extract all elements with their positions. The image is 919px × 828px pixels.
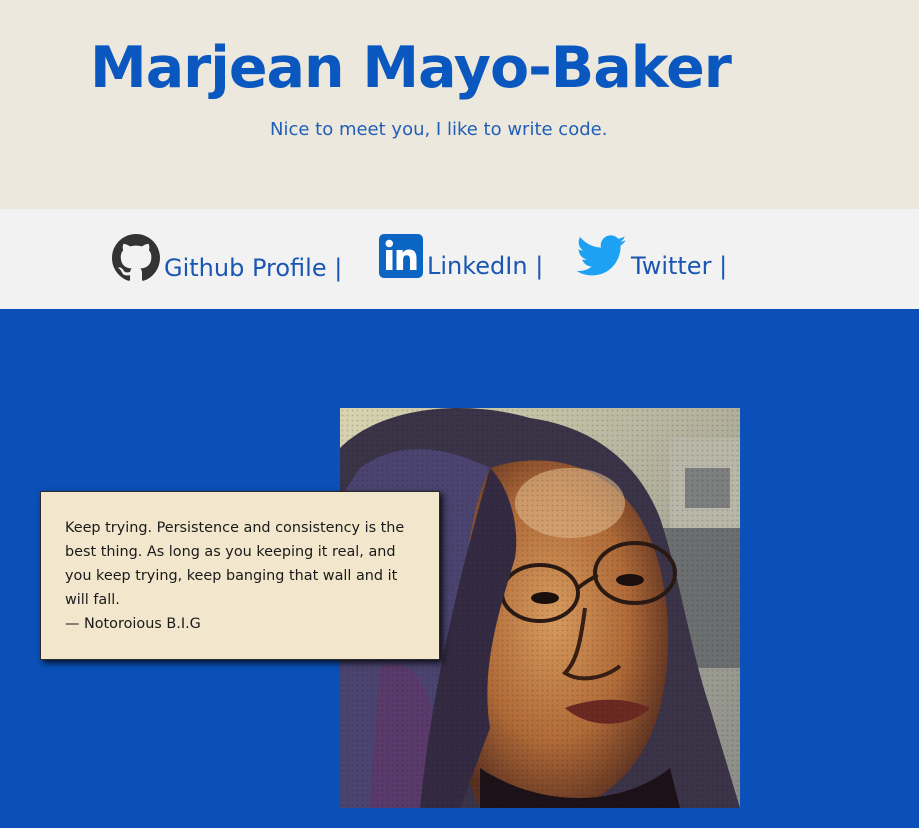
hero-section: Keep trying. Persistence and consistency…: [0, 309, 919, 828]
linkedin-link[interactable]: LinkedIn |: [379, 234, 543, 284]
github-icon: [112, 234, 160, 288]
site-header: Marjean Mayo-Baker Nice to meet you, I l…: [0, 0, 919, 209]
tagline: Nice to meet you, I like to write code.: [270, 119, 608, 140]
github-profile-label: Github Profile |: [164, 254, 343, 282]
linkedin-label: LinkedIn |: [427, 252, 544, 280]
github-profile-link[interactable]: Github Profile |: [112, 234, 342, 288]
twitter-link[interactable]: Twitter |: [576, 234, 728, 284]
quote-author: — Notoroious B.I.G: [65, 616, 201, 632]
linkedin-icon: [379, 234, 423, 284]
quote-card: Keep trying. Persistence and consistency…: [40, 491, 440, 660]
twitter-icon: [576, 234, 627, 284]
social-links-bar: Github Profile | LinkedIn | Twitter |: [0, 209, 919, 309]
page-title: Marjean Mayo-Baker: [90, 35, 732, 101]
quote-text: Keep trying. Persistence and consistency…: [65, 520, 405, 608]
page: Marjean Mayo-Baker Nice to meet you, I l…: [0, 0, 919, 828]
twitter-label: Twitter |: [631, 252, 728, 280]
